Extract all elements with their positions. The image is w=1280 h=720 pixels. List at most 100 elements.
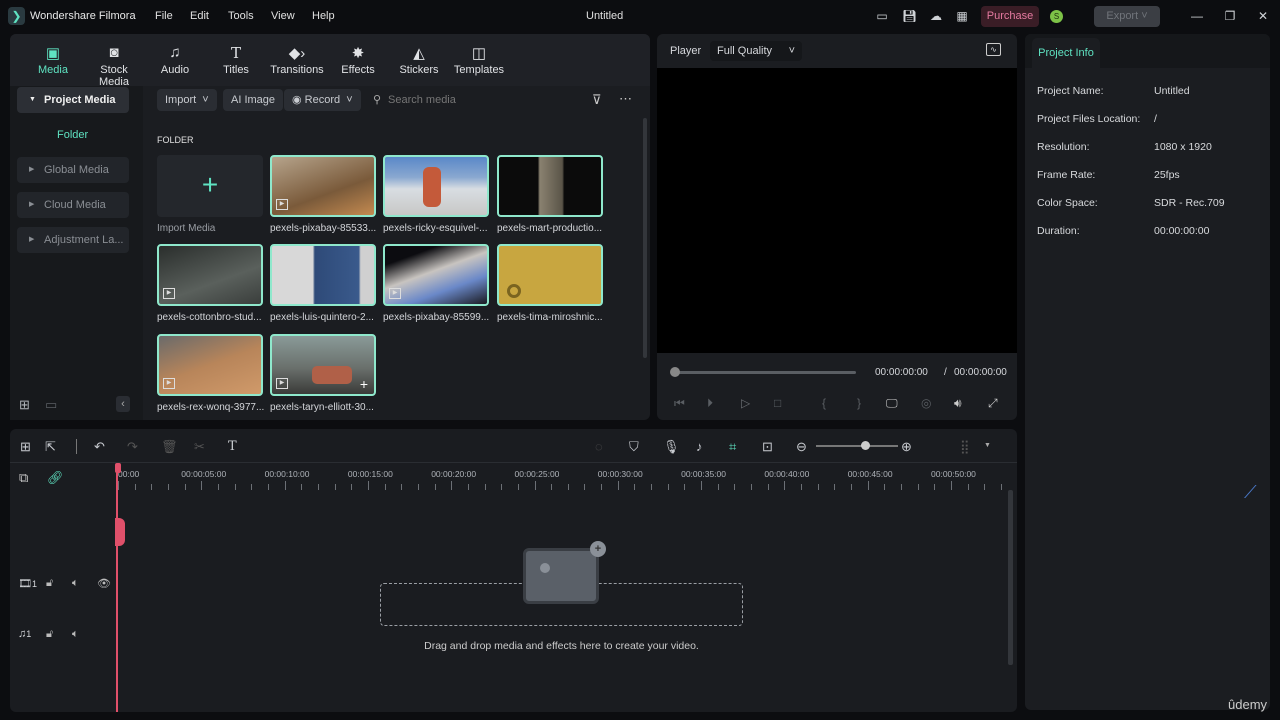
text-tool-icon[interactable]: T [228, 439, 237, 454]
mark-out-icon[interactable]: } [857, 396, 861, 410]
lock-icon[interactable]: 🔓︎ [46, 628, 53, 641]
tab-project-info[interactable]: Project Info [1032, 38, 1100, 68]
tab-stock-media[interactable]: ◙ Stock Media [84, 44, 144, 88]
media-thumbnail[interactable]: ▶ [270, 155, 376, 217]
undo-icon[interactable]: ↶ [94, 439, 105, 455]
add-to-timeline-icon[interactable]: + [360, 376, 368, 392]
media-thumbnail[interactable]: ▶ + [270, 334, 376, 396]
ruler-tick [584, 484, 586, 490]
menu-view[interactable]: View [271, 10, 295, 22]
mute-icon[interactable]: 🔈︎ [72, 628, 79, 641]
playhead-marker[interactable] [115, 518, 125, 546]
sidebar-adjustment-layer[interactable]: ▶ Adjustment La... [17, 227, 129, 253]
tab-titles[interactable]: T Titles [206, 44, 266, 76]
mark-in-icon[interactable]: { [822, 396, 826, 410]
eye-icon[interactable]: 👁︎ [97, 577, 111, 590]
tab-templates[interactable]: ◫ Templates [449, 44, 509, 76]
sidebar-project-media[interactable]: ▼ Project Media [17, 87, 129, 113]
redo-icon[interactable]: ↷ [127, 439, 138, 455]
import-media-tile[interactable]: + [157, 155, 263, 217]
collapse-sidebar-icon[interactable]: ‹ [116, 396, 130, 412]
record-button[interactable]: ◉ Record ˅ [284, 89, 361, 111]
info-label: Duration: [1037, 225, 1080, 237]
layout-grid-icon[interactable]: ⊞ [20, 439, 31, 455]
menu-help[interactable]: Help [312, 10, 335, 22]
info-label: Color Space: [1037, 197, 1098, 209]
tab-audio[interactable]: ♫ Audio [145, 44, 205, 76]
select-tool-icon[interactable]: ⇱ [45, 439, 56, 455]
render-icon[interactable]: ◌ [595, 439, 603, 454]
step-forward-icon[interactable]: ⏵ [707, 396, 713, 411]
audio-list-icon[interactable]: ♪ [696, 439, 703, 454]
timeline-scrollbar[interactable] [1008, 490, 1013, 665]
credits-icon[interactable]: S [1050, 10, 1063, 23]
effects-icon: ✸ [351, 45, 365, 62]
zoom-slider[interactable] [816, 445, 898, 447]
media-thumbnail[interactable]: ▶ [157, 334, 263, 396]
link-icon[interactable]: 🔗︎ [47, 470, 64, 486]
delete-icon[interactable]: 🗑︎ [161, 439, 178, 455]
side-tool-icon[interactable]: ⟋ [1244, 482, 1257, 503]
ai-image-button[interactable]: AI Image [223, 89, 284, 111]
snapshot-icon[interactable]: ◎ [921, 396, 931, 410]
minimize-icon[interactable]: — [1190, 9, 1204, 23]
cloud-download-icon[interactable]: ☁ [929, 9, 943, 23]
ruler-tick [351, 484, 353, 490]
media-thumbnail[interactable] [383, 155, 489, 217]
cut-icon[interactable]: ✂ [194, 439, 205, 455]
tab-stickers[interactable]: ◭ Stickers [389, 44, 449, 76]
save-icon[interactable]: 💾︎ [902, 9, 917, 23]
more-options-icon[interactable]: ⋯ [619, 91, 632, 107]
scrubber-handle[interactable] [670, 367, 680, 377]
media-scrollbar[interactable] [643, 118, 647, 358]
playhead[interactable] [116, 464, 118, 712]
mute-icon[interactable]: 🔈︎ [72, 577, 79, 590]
track-layout-icon[interactable]: ⣿ [960, 439, 970, 455]
media-thumbnail[interactable] [497, 244, 603, 306]
zoom-out-icon[interactable]: ⊖ [796, 439, 807, 455]
apps-grid-icon[interactable]: ▦ [955, 9, 969, 23]
folder-icon[interactable]: ▭ [45, 397, 57, 413]
chevron-down-icon[interactable]: ▼ [984, 442, 991, 449]
volume-icon[interactable]: 🔊︎ [954, 396, 962, 411]
menu-tools[interactable]: Tools [228, 10, 254, 22]
lock-icon[interactable]: 🔓︎ [46, 577, 53, 590]
previous-frame-icon[interactable]: ⏮ [674, 396, 685, 411]
play-icon[interactable]: ▷ [741, 396, 750, 410]
filter-icon[interactable]: ⊽ [592, 92, 602, 108]
display-icon[interactable]: 🖵︎ [886, 396, 898, 411]
media-thumbnail[interactable]: ▶ [157, 244, 263, 306]
fullscreen-icon[interactable]: ⤢ [988, 396, 998, 411]
sidebar-cloud-media[interactable]: ▶ Cloud Media [17, 192, 129, 218]
zoom-in-icon[interactable]: ⊕ [901, 439, 912, 455]
playhead-handle[interactable] [115, 463, 121, 473]
tab-media[interactable]: ▣ Media [23, 44, 83, 76]
layout-icon[interactable]: ▭ [875, 9, 889, 23]
media-thumbnail[interactable] [497, 155, 603, 217]
media-thumbnail[interactable]: ▶ [383, 244, 489, 306]
restore-icon[interactable]: ❐ [1223, 9, 1237, 23]
sidebar-global-media[interactable]: ▶ Global Media [17, 157, 129, 183]
stop-icon[interactable]: □ [774, 396, 781, 410]
snap-icon[interactable]: ⌗ [729, 439, 736, 455]
search-input[interactable] [388, 90, 568, 110]
new-folder-icon[interactable]: ⊞ [19, 397, 30, 413]
menu-file[interactable]: File [155, 10, 173, 22]
tab-transitions[interactable]: ◆› Transitions [267, 44, 327, 76]
scopes-icon[interactable]: ∿ [986, 43, 1001, 56]
menu-edit[interactable]: Edit [190, 10, 209, 22]
purchase-button[interactable]: Purchase [981, 6, 1039, 27]
import-button[interactable]: Import ˅ [157, 89, 217, 111]
fit-icon[interactable]: ⊡ [762, 439, 773, 455]
marker-icon[interactable]: ⛉ [629, 439, 639, 455]
add-track-icon[interactable]: ⧉ [19, 470, 28, 486]
microphone-icon[interactable]: 🎙︎ [663, 439, 680, 455]
sidebar-folder[interactable]: Folder [57, 129, 88, 141]
close-icon[interactable]: ✕ [1256, 9, 1270, 23]
playback-scrubber[interactable] [672, 371, 856, 374]
tab-effects[interactable]: ✸ Effects [328, 44, 388, 76]
media-thumbnail[interactable] [270, 244, 376, 306]
quality-select[interactable]: Full Quality ˅ [710, 41, 802, 61]
info-label: Project Files Location: [1037, 113, 1141, 125]
export-button[interactable]: Export ˅ [1094, 6, 1160, 27]
